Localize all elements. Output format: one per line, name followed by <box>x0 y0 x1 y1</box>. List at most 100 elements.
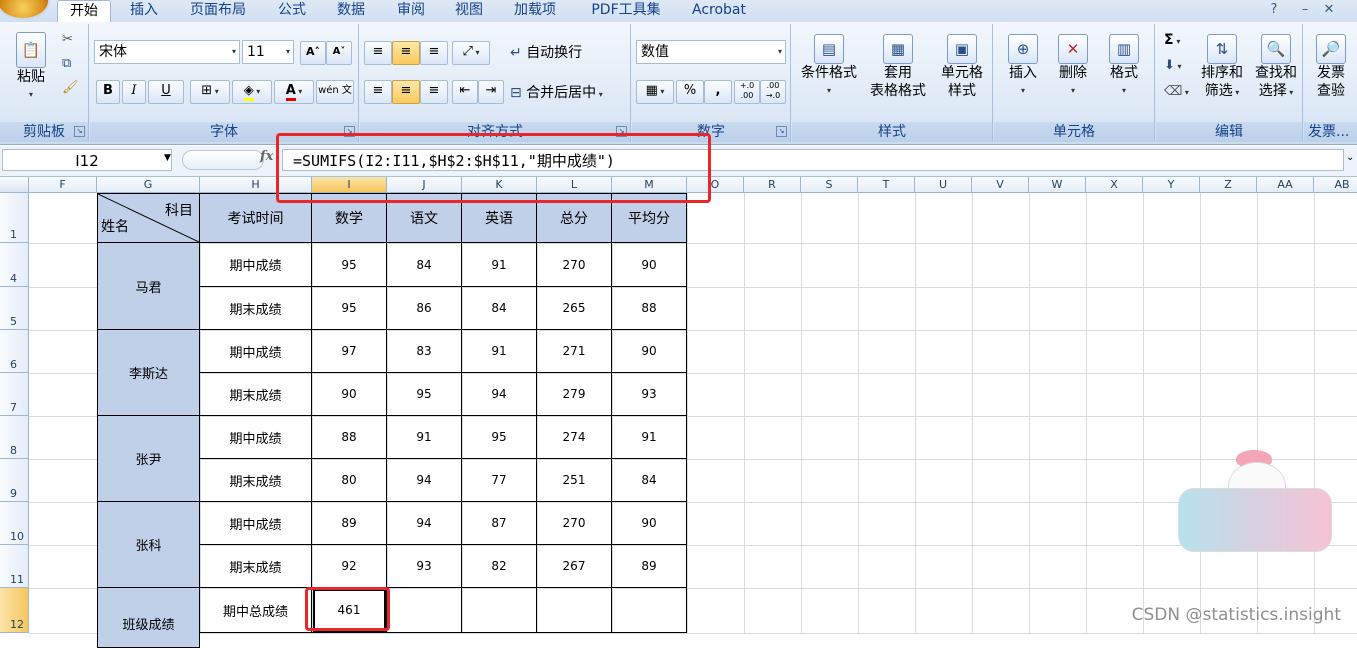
increase-indent-button[interactable]: ⇥ <box>478 80 504 104</box>
row-header-1[interactable]: 1 <box>0 193 29 243</box>
student-name-cell[interactable]: 李斯达 <box>97 330 200 416</box>
name-box[interactable]: I12 <box>2 149 172 171</box>
underline-button[interactable]: U <box>148 80 184 104</box>
format-cells-button[interactable]: ▥ 格式 ▾ <box>1098 34 1150 100</box>
exam-type-cell[interactable]: 期末成绩 <box>200 287 312 330</box>
english-score-cell[interactable]: 82 <box>462 545 537 588</box>
english-score-cell[interactable]: 94 <box>462 373 537 416</box>
conditional-formatting-button[interactable]: ▤ 条件格式 ▾ <box>796 34 862 100</box>
name-box-dropdown-icon[interactable]: ▼ <box>164 153 171 163</box>
row-header-10[interactable]: 10 <box>0 502 29 545</box>
chinese-score-cell[interactable]: 84 <box>387 243 462 287</box>
tab-page-layout[interactable]: 页面布局 <box>180 0 256 22</box>
tab-home[interactable]: 开始 <box>57 0 111 24</box>
decrease-indent-button[interactable]: ⇤ <box>452 80 478 104</box>
english-score-cell[interactable]: 77 <box>462 459 537 502</box>
tab-review[interactable]: 审阅 <box>387 0 435 22</box>
format-painter-icon[interactable]: 🖌 <box>62 80 79 95</box>
tab-addins[interactable]: 加载项 <box>505 0 565 22</box>
exam-type-cell[interactable]: 期中成绩 <box>200 502 312 545</box>
copy-icon[interactable]: ⧉ <box>62 56 71 71</box>
italic-button[interactable]: I <box>122 80 146 104</box>
column-header-g[interactable]: G <box>97 177 200 193</box>
empty-cell[interactable] <box>387 588 462 633</box>
column-header-y[interactable]: Y <box>1143 177 1200 193</box>
class-label-cell[interactable]: 班级成绩 <box>97 588 200 648</box>
bold-button[interactable]: B <box>96 80 120 104</box>
math-score-cell[interactable]: 95 <box>312 243 387 287</box>
average-score-cell[interactable]: 84 <box>612 459 687 502</box>
column-header-t[interactable]: T <box>858 177 915 193</box>
total-score-cell[interactable]: 279 <box>537 373 612 416</box>
column-header-s[interactable]: S <box>801 177 858 193</box>
column-header-z[interactable]: Z <box>1200 177 1257 193</box>
english-score-cell[interactable]: 91 <box>462 243 537 287</box>
header-diagonal-cell[interactable]: 科目 姓名 <box>97 193 200 243</box>
exam-type-cell[interactable]: 期中成绩 <box>200 243 312 287</box>
formula-bar-resize-handle[interactable] <box>182 150 264 170</box>
borders-button[interactable]: ⊞ ▾ <box>190 80 230 104</box>
align-top-button[interactable]: ≡ <box>364 41 392 65</box>
english-score-cell[interactable]: 91 <box>462 330 537 373</box>
student-name-cell[interactable]: 马君 <box>97 243 200 330</box>
minimize-icon[interactable]: – <box>1296 1 1314 19</box>
expand-formula-bar-icon[interactable]: ⌄ <box>1346 152 1354 163</box>
tab-view[interactable]: 视图 <box>445 0 493 22</box>
math-score-cell[interactable]: 89 <box>312 502 387 545</box>
math-score-cell[interactable]: 90 <box>312 373 387 416</box>
row-header-8[interactable]: 8 <box>0 416 29 459</box>
math-score-cell[interactable]: 95 <box>312 287 387 330</box>
empty-cell[interactable] <box>537 588 612 633</box>
merge-center-button[interactable]: ⊟ 合并后居中 ▾ <box>510 82 603 102</box>
english-score-cell[interactable]: 87 <box>462 502 537 545</box>
increase-decimal-button[interactable]: +.0 .00 <box>734 80 760 104</box>
column-header-x[interactable]: X <box>1086 177 1143 193</box>
font-color-button[interactable]: A ▾ <box>274 80 314 104</box>
column-header-f[interactable]: F <box>29 177 97 193</box>
empty-cell[interactable] <box>462 588 537 633</box>
align-left-button[interactable]: ≡ <box>364 80 392 104</box>
tab-pdf-tools[interactable]: PDF工具集 <box>580 0 672 22</box>
chinese-score-cell[interactable]: 95 <box>387 373 462 416</box>
total-score-cell[interactable]: 251 <box>537 459 612 502</box>
tab-formulas[interactable]: 公式 <box>268 0 316 22</box>
chinese-score-cell[interactable]: 93 <box>387 545 462 588</box>
column-header-ab[interactable]: AB <box>1314 177 1357 193</box>
student-name-cell[interactable]: 张科 <box>97 502 200 588</box>
close-icon[interactable]: ✕ <box>1320 1 1338 19</box>
total-score-cell[interactable]: 274 <box>537 416 612 459</box>
row-header-12[interactable]: 12 <box>0 588 29 633</box>
insert-function-icon[interactable]: fx <box>260 149 273 164</box>
row-header-7[interactable]: 7 <box>0 373 29 416</box>
row-header-11[interactable]: 11 <box>0 545 29 588</box>
total-score-cell[interactable]: 270 <box>537 243 612 287</box>
row-header-9[interactable]: 9 <box>0 459 29 502</box>
average-score-cell[interactable]: 93 <box>612 373 687 416</box>
invoice-check-button[interactable]: 🔎 发票 查验 <box>1306 34 1356 100</box>
wrap-text-button[interactable]: ↵ 自动换行 <box>510 42 582 62</box>
average-score-cell[interactable]: 88 <box>612 287 687 330</box>
chinese-score-cell[interactable]: 83 <box>387 330 462 373</box>
chinese-score-cell[interactable]: 94 <box>387 459 462 502</box>
percent-style-button[interactable]: % <box>676 80 704 104</box>
orientation-button[interactable]: ⤢ ▾ <box>452 41 490 65</box>
autosum-button[interactable]: Σ ▾ <box>1164 32 1180 48</box>
help-icon[interactable]: ? <box>1265 1 1283 19</box>
row-header-4[interactable]: 4 <box>0 243 29 287</box>
shrink-font-button[interactable]: A˅ <box>326 41 352 65</box>
column-header-u[interactable]: U <box>915 177 972 193</box>
fill-color-button[interactable]: ◈ ▾ <box>232 80 272 104</box>
format-as-table-button[interactable]: ▦ 套用 表格格式 <box>862 34 934 100</box>
exam-type-cell[interactable]: 期末成绩 <box>200 545 312 588</box>
column-header-w[interactable]: W <box>1029 177 1086 193</box>
student-name-cell[interactable]: 张尹 <box>97 416 200 502</box>
decrease-decimal-button[interactable]: .00 →.0 <box>760 80 786 104</box>
cell-styles-button[interactable]: ▣ 单元格 样式 <box>934 34 990 100</box>
math-score-cell[interactable]: 92 <box>312 545 387 588</box>
class-exam-type-cell[interactable]: 期中总成绩 <box>200 588 312 633</box>
column-header-v[interactable]: V <box>972 177 1029 193</box>
total-score-cell[interactable]: 271 <box>537 330 612 373</box>
exam-type-cell[interactable]: 期中成绩 <box>200 330 312 373</box>
delete-cells-button[interactable]: ✕ 删除 ▾ <box>1048 34 1098 100</box>
average-score-cell[interactable]: 90 <box>612 502 687 545</box>
